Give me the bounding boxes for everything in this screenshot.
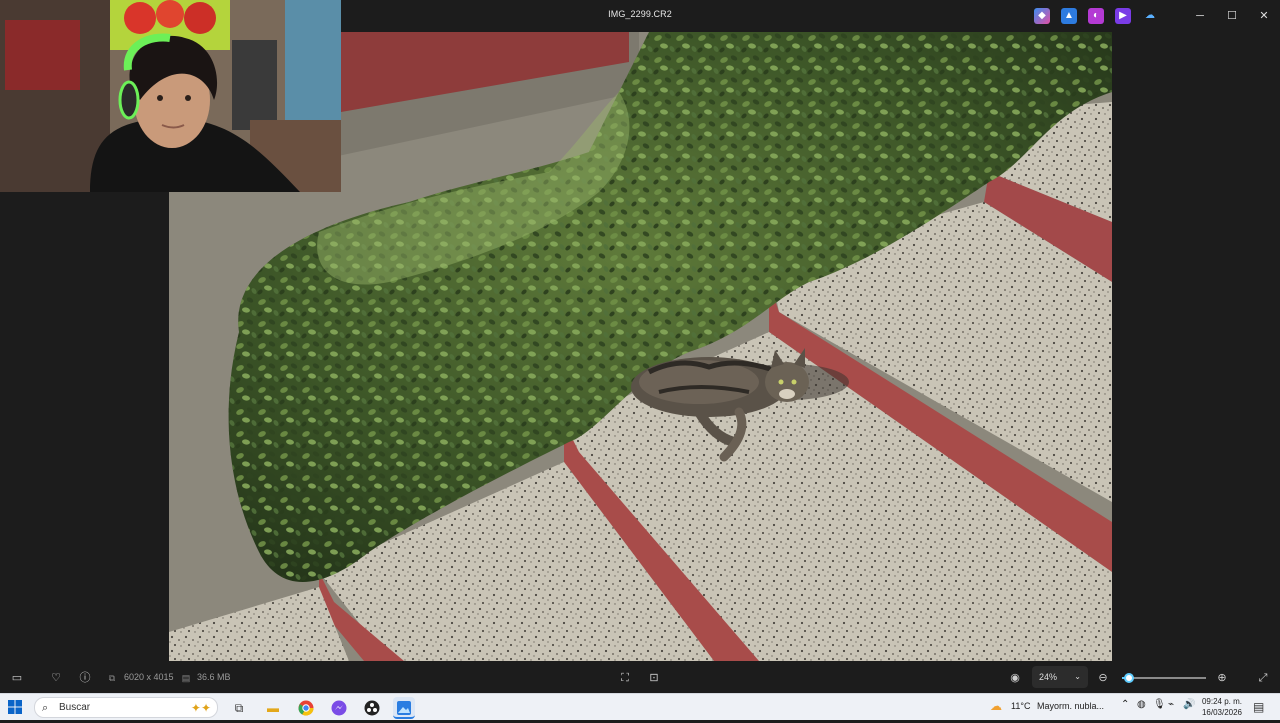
photos-icon[interactable] (393, 697, 415, 719)
clock-date: 16/03/2026 (1201, 708, 1243, 717)
network-icon[interactable]: ⌁ (1168, 699, 1174, 710)
chevron-up-icon[interactable]: ⌃ (1121, 699, 1129, 710)
actual-size-icon[interactable]: ⊡ (646, 670, 662, 686)
app-tray-icon[interactable]: ◍ (1137, 699, 1146, 710)
chrome-icon[interactable] (295, 697, 317, 719)
weather-temperature: 11°C (1011, 701, 1031, 711)
clipchamp-icon[interactable]: ◐ (1088, 8, 1104, 24)
file-size: 36.6 MB (197, 672, 231, 682)
maximize-button[interactable]: ☐ (1216, 0, 1248, 32)
chevron-down-icon: ⌄ (1074, 672, 1081, 681)
task-view-icon[interactable]: ⧉ (228, 697, 250, 719)
video-editor-icon[interactable]: ▶ (1115, 8, 1131, 24)
zoom-slider[interactable] (1122, 673, 1206, 683)
weather-description: Mayorm. nubla... (1037, 701, 1105, 711)
copilot-sparkle-icon: ✦✦ (190, 701, 211, 715)
photo-viewer-window: IMG_2299.CR2 ◆ ▲ ◐ ▶ ☁ ─ ☐ ✕ ▭ ♡ ⓘ ⧉ 602… (0, 0, 1280, 693)
screen-capture-icon[interactable]: ◉ (1007, 670, 1023, 686)
file-size-icon: ▤ (181, 673, 191, 683)
fit-to-window-icon[interactable]: ⛶ (617, 670, 633, 686)
taskbar: ⌕ Buscar ✦✦ ⧉ ▬ ☁ 11°C Mayorm. nubla... … (0, 693, 1280, 720)
zoom-level-dropdown[interactable]: 24% ⌄ (1032, 666, 1088, 688)
messenger-icon[interactable] (328, 697, 350, 719)
image-dimensions: 6020 x 4015 (124, 672, 174, 682)
windows-logo-icon (8, 700, 22, 714)
taskbar-search-input[interactable]: ⌕ Buscar ✦✦ (34, 697, 218, 718)
zoom-in-icon[interactable]: ⊕ (1214, 670, 1230, 686)
weather-icon[interactable]: ☁ (990, 699, 1002, 713)
bottom-toolbar: ▭ ♡ ⓘ ⧉ 6020 x 4015 ▤ 36.6 MB ⛶ ⊡ ◉ 24% … (0, 662, 1280, 693)
copilot-icon[interactable]: ◆ (1034, 8, 1050, 24)
info-icon[interactable]: ⓘ (77, 670, 93, 686)
start-button[interactable] (8, 700, 22, 714)
close-button[interactable]: ✕ (1248, 0, 1280, 32)
minimize-button[interactable]: ─ (1184, 0, 1216, 32)
fullscreen-icon[interactable]: ⤢ (1255, 670, 1271, 686)
clock-time: 09:24 p. m. (1201, 697, 1243, 706)
designer-icon[interactable]: ▲ (1061, 8, 1077, 24)
zoom-level-value: 24% (1039, 672, 1058, 682)
volume-icon[interactable]: 🔊 (1183, 699, 1195, 710)
webcam-image (0, 0, 341, 192)
zoom-slider-thumb[interactable] (1123, 673, 1134, 683)
clock[interactable]: 09:24 p. m. 16/03/2026 (1200, 696, 1244, 718)
search-placeholder: Buscar (59, 702, 91, 713)
microphone-icon[interactable]: 🎙 (1153, 699, 1166, 710)
webcam-overlay (0, 0, 341, 192)
extension-icons: ◆ ▲ ◐ ▶ ☁ (1034, 8, 1158, 24)
file-explorer-icon[interactable]: ▬ (262, 697, 284, 719)
onedrive-icon[interactable]: ☁ (1142, 8, 1158, 24)
notifications-icon[interactable]: ▤ (1253, 700, 1264, 714)
filmstrip-icon[interactable]: ▭ (9, 670, 25, 686)
obs-icon[interactable] (361, 697, 383, 719)
dimensions-icon: ⧉ (108, 673, 116, 683)
zoom-out-icon[interactable]: ⊖ (1095, 670, 1111, 686)
favorite-heart-icon[interactable]: ♡ (48, 670, 64, 686)
search-icon: ⌕ (42, 702, 49, 714)
